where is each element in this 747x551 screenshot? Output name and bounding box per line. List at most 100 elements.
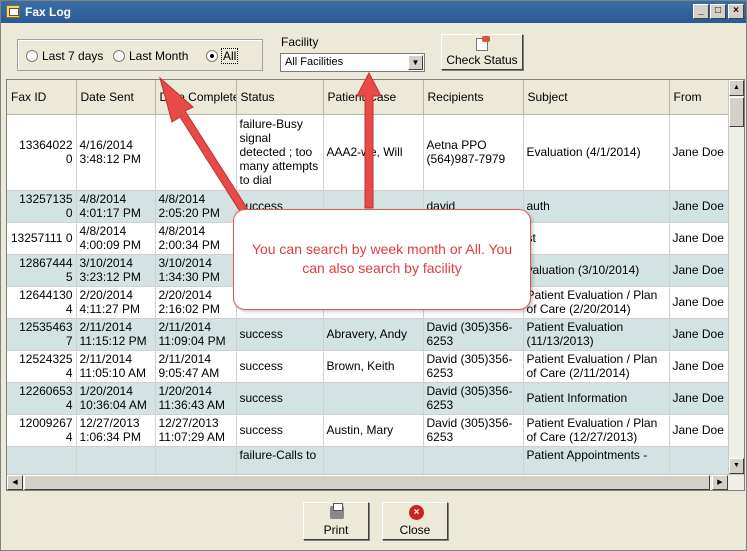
- scroll-thumb[interactable]: [729, 97, 744, 127]
- column-header[interactable]: Date Sent: [76, 80, 156, 115]
- table-cell-date-sent: 12/27/2013 1:06:34 PM: [76, 414, 156, 447]
- horizontal-scrollbar[interactable]: ◀ ▶: [7, 474, 744, 490]
- table-cell-fax-id: 13257111 0: [7, 222, 77, 255]
- column-header[interactable]: Recipients: [423, 80, 524, 115]
- table-cell-patient: Abravery, Andy: [323, 318, 424, 351]
- table-cell-patient: AAA2-we, Will: [323, 114, 424, 191]
- table-cell-date-complete: 1/20/2014 11:36:43 AM: [155, 382, 237, 415]
- table-cell-subject: Patient Evaluation (11/13/2013): [523, 318, 670, 351]
- table-cell-fax-id: 12644130 4: [7, 286, 77, 319]
- chevron-down-icon[interactable]: ▼: [408, 55, 423, 70]
- table-cell-patient: [323, 382, 424, 415]
- table-cell-date-complete: 4/8/2014 2:00:34 PM: [155, 222, 237, 255]
- table-cell-date-sent: 2/11/2014 11:15:12 PM: [76, 318, 156, 351]
- table-cell-from: Jane Doe: [669, 414, 730, 447]
- table-row[interactable]: 12535463 7 2/11/2014 11:15:12 PM 2/11/2014…: [7, 318, 730, 351]
- table-cell-date-sent: 2/11/2014 11:05:10 AM: [76, 350, 156, 383]
- facility-select[interactable]: All Facilities ▼: [280, 53, 425, 72]
- radio-dot-icon: [113, 50, 125, 62]
- radio-dot-icon: [26, 50, 38, 62]
- table-row[interactable]: 13364022 0 4/16/2014 3:48:12 PM failure-Bu…: [7, 114, 730, 191]
- table-cell-date-sent: 3/10/2014 3:23:12 PM: [76, 254, 156, 287]
- column-header[interactable]: Fax ID: [7, 80, 77, 115]
- table-row[interactable]: 12260653 4 1/20/2014 10:36:04 AM 1/20/2014…: [7, 382, 730, 415]
- table-cell-fax-id: 12009267 4: [7, 414, 77, 447]
- minimize-button[interactable]: _: [693, 4, 709, 19]
- table-cell-from: Jane Doe: [669, 350, 730, 383]
- table-cell-date-complete: 2/20/2014 2:16:02 PM: [155, 286, 237, 319]
- table-cell-recipients: David (305)356-6253: [423, 318, 524, 351]
- column-header[interactable]: Date Complete: [155, 80, 237, 115]
- column-header[interactable]: Subject: [523, 80, 670, 115]
- table-cell-from: Jane Doe: [669, 114, 730, 191]
- table-cell-fax-id: 13257135 0: [7, 190, 77, 223]
- table-cell-date-complete: [155, 114, 237, 191]
- scroll-right-icon[interactable]: ▶: [712, 475, 728, 490]
- table-cell-status: success: [236, 382, 324, 415]
- table-row[interactable]: 12524325 4 2/11/2014 11:05:10 AM 2/11/2014…: [7, 350, 730, 383]
- table-cell-subject: Patient Evaluation / Plan of Care (2/20/…: [523, 286, 670, 319]
- table-cell-date-sent: 2/20/2014 4:11:27 PM: [76, 286, 156, 319]
- table-cell-from: Jane Doe: [669, 382, 730, 415]
- table-cell-date-complete: 12/27/2013 11:07:29 AM: [155, 414, 237, 447]
- table-cell-from: Jane Doe: [669, 222, 730, 255]
- table-cell-fax-id: 13364022 0: [7, 114, 77, 191]
- table-cell-date-sent: 4/16/2014 3:48:12 PM: [76, 114, 156, 191]
- annotation-callout: You can search by week month or All. You…: [233, 209, 531, 310]
- table-cell-date-complete: 4/8/2014 2:05:20 PM: [155, 190, 237, 223]
- table-cell-recipients: David (305)356-6253: [423, 414, 524, 447]
- table-cell-fax-id: 12260653 4: [7, 382, 77, 415]
- table-cell-date-sent: 1/20/2014 10:36:04 AM: [76, 382, 156, 415]
- table-cell-status: success: [236, 350, 324, 383]
- table-cell-subject: auth: [523, 190, 670, 223]
- table-cell-recipients: David (305)356-6253: [423, 382, 524, 415]
- column-header[interactable]: Status: [236, 80, 324, 115]
- table-cell-subject: Evaluation (4/1/2014): [523, 114, 670, 191]
- table-cell-date-complete: 2/11/2014 9:05:47 AM: [155, 350, 237, 383]
- table-cell-status: success: [236, 414, 324, 447]
- table-cell-subject: Patient Evaluation / Plan of Care (2/11/…: [523, 350, 670, 383]
- radio-dot-selected-icon: [206, 50, 218, 62]
- table-cell-from: Jane Doe: [669, 286, 730, 319]
- title-bar: Fax Log _ □ ×: [1, 1, 746, 23]
- scroll-left-icon[interactable]: ◀: [7, 475, 23, 490]
- vertical-scrollbar[interactable]: ▲ ▼: [728, 80, 744, 474]
- maximize-button[interactable]: □: [710, 4, 726, 19]
- table-cell-status: success: [236, 318, 324, 351]
- column-header[interactable]: Patient Case: [323, 80, 424, 115]
- table-cell-status: failure-Busy signal detected ; too many …: [236, 114, 324, 191]
- table-cell-subject: valuation (3/10/2014): [523, 254, 670, 287]
- printer-icon: [330, 503, 344, 519]
- window-title: Fax Log: [25, 5, 72, 19]
- table-row[interactable]: 12009267 4 12/27/2013 1:06:34 PM 12/27/201…: [7, 414, 730, 447]
- check-status-button[interactable]: Check Status: [441, 34, 523, 70]
- date-range-group: Last 7 days Last Month All: [17, 39, 263, 71]
- close-button[interactable]: × Close: [382, 502, 448, 540]
- table-cell-fax-id: 12524325 4: [7, 350, 77, 383]
- table-cell-recipients: David (305)356-6253: [423, 350, 524, 383]
- radio-all[interactable]: All: [206, 48, 239, 64]
- scroll-thumb[interactable]: [24, 475, 710, 490]
- column-header[interactable]: From: [669, 80, 730, 115]
- table-cell-subject: st: [523, 222, 670, 255]
- table-cell-from: Jane Doe: [669, 190, 730, 223]
- radio-last-month[interactable]: Last Month: [113, 49, 188, 63]
- table-header-row: Fax ID Date Sent Date Complete Status Pa…: [7, 80, 730, 115]
- table-cell-date-sent: 4/8/2014 4:01:17 PM: [76, 190, 156, 223]
- fax-log-icon: [6, 5, 20, 18]
- table-cell-fax-id: 12535463 7: [7, 318, 77, 351]
- scroll-up-icon[interactable]: ▲: [729, 80, 744, 96]
- scroll-down-icon[interactable]: ▼: [729, 458, 744, 474]
- table-cell-subject: Patient Evaluation / Plan of Care (12/27…: [523, 414, 670, 447]
- annotation-text: You can search by week month or All. You…: [251, 241, 513, 276]
- table-cell-patient: Brown, Keith: [323, 350, 424, 383]
- radio-last-7-days[interactable]: Last 7 days: [26, 49, 103, 63]
- table-cell-fax-id: 12867444 5: [7, 254, 77, 287]
- table-cell-date-complete: 3/10/2014 1:34:30 PM: [155, 254, 237, 287]
- table-cell-from: Jane Doe: [669, 254, 730, 287]
- facility-select-value: All Facilities: [285, 56, 344, 68]
- close-icon: ×: [409, 505, 424, 520]
- print-button[interactable]: Print: [303, 502, 369, 540]
- table-cell-subject: Patient Information: [523, 382, 670, 415]
- close-window-button[interactable]: ×: [728, 4, 744, 19]
